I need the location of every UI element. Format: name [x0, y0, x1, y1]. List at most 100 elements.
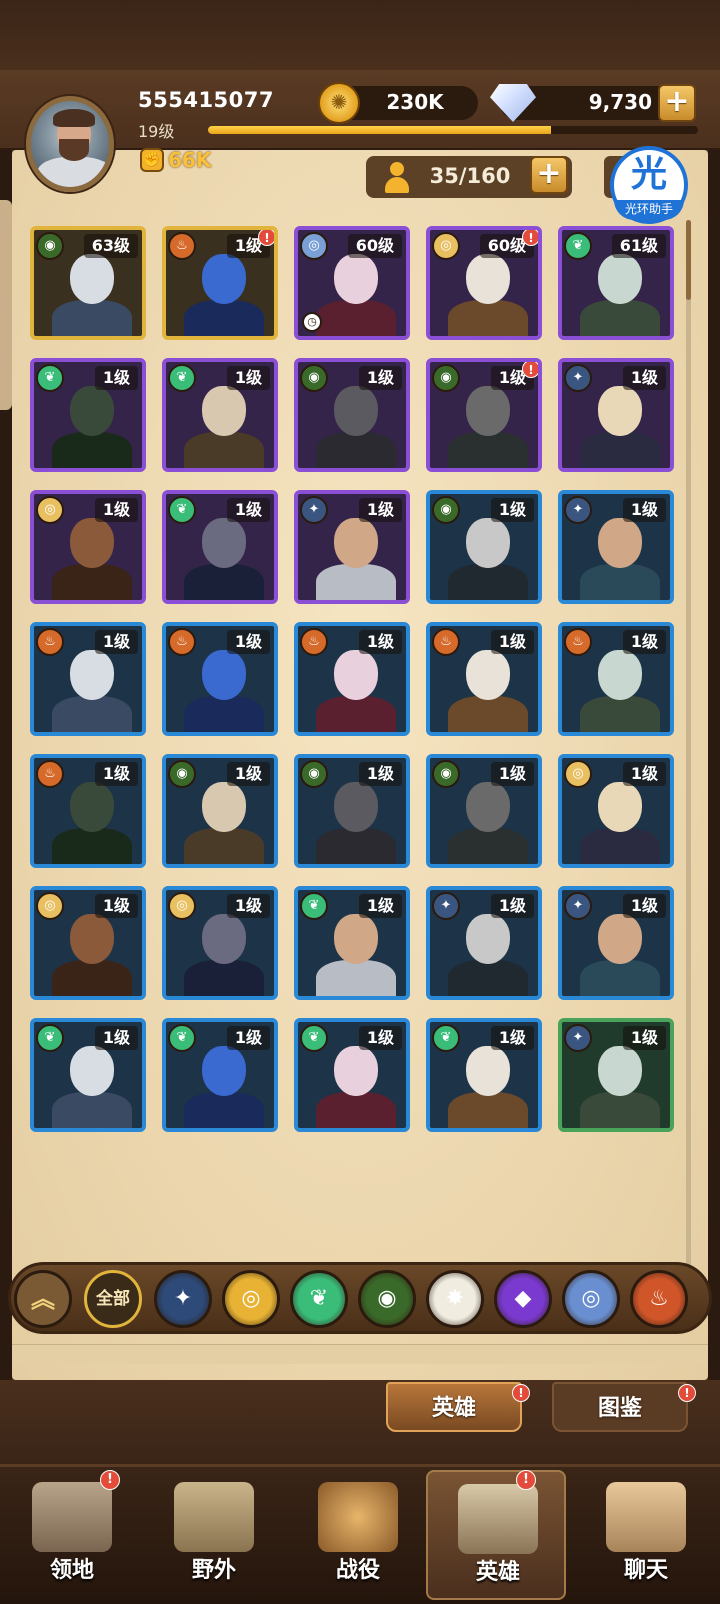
xp-bar [208, 126, 698, 134]
nav-campaign[interactable]: 战役 [288, 1470, 428, 1600]
wilder-faction-icon: ❦ [564, 232, 592, 260]
hero-card[interactable]: ❦ 61级 [558, 226, 674, 340]
hero-card[interactable]: ◉ 1级 [426, 490, 542, 604]
wilder-faction-icon: ❦ [300, 1024, 328, 1052]
hero-card[interactable]: ❦ 1级 [30, 358, 146, 472]
graveborn-filter[interactable]: ◉ [358, 1270, 416, 1328]
hero-card[interactable]: ❦ 1级 [30, 1018, 146, 1132]
wilder-faction-icon: ❦ [168, 1024, 196, 1052]
mauler-faction-icon: ♨ [36, 760, 64, 788]
hero-card[interactable]: ◎ 1级 [558, 754, 674, 868]
hero-card[interactable]: ♨ 1级! [162, 226, 278, 340]
dimensional-filter[interactable]: ◎ [562, 1270, 620, 1328]
hero-level: 1级 [94, 630, 138, 654]
hero-level: 1级 [490, 630, 534, 654]
hero-card[interactable]: ◎ 60级! [426, 226, 542, 340]
hero-card[interactable]: ❦ 1级 [162, 490, 278, 604]
nav-chat[interactable]: 聊天 [576, 1470, 716, 1600]
hero-card[interactable]: ◎ 1级 [30, 490, 146, 604]
scrollbar-thumb[interactable] [686, 220, 691, 300]
graveborn-faction-icon: ◉ [300, 760, 328, 788]
tab-codex[interactable]: 图鉴 [552, 1382, 688, 1432]
hero-level: 1级 [622, 630, 666, 654]
celestial-lb-faction-icon: ✦ [564, 892, 592, 920]
expand-roster-button[interactable]: + [530, 156, 568, 194]
helper-logo-icon: 光 [630, 154, 667, 195]
nav-heroes[interactable]: 英雄 [426, 1470, 566, 1600]
hero-card[interactable]: ♨ 1级 [30, 754, 146, 868]
helper-floating-button[interactable]: 光 光环助手 [610, 146, 688, 224]
hero-card[interactable]: ◉ 1级 [294, 754, 410, 868]
hero-card[interactable]: ♨ 1级 [294, 622, 410, 736]
hero-card[interactable]: ✦ 1级 [558, 1018, 674, 1132]
hero-level: 1级 [94, 894, 138, 918]
nav-heroes-alert-badge: ! [516, 1470, 536, 1490]
hero-card[interactable]: ♨ 1级 [162, 622, 278, 736]
hero-card[interactable]: ✦ 1级 [426, 886, 542, 1000]
tab-heroes[interactable]: 英雄 [386, 1382, 522, 1432]
mauler-filter[interactable]: ◎ [222, 1270, 280, 1328]
hero-card[interactable]: ♨ 1级 [426, 622, 542, 736]
hero-card[interactable]: ♨ 1级 [558, 622, 674, 736]
hero-level: 1级 [226, 1026, 270, 1050]
combat-power-value: 66K [168, 148, 212, 172]
graveborn-faction-icon: ◉ [432, 364, 460, 392]
nav-wild[interactable]: 野外 [144, 1470, 284, 1600]
hero-level: 1级 [358, 498, 402, 522]
hero-card[interactable]: ◎ 60级 ◷ [294, 226, 410, 340]
celestial-filter[interactable]: ✸ [426, 1270, 484, 1328]
nav-territory[interactable]: 领地 [2, 1470, 142, 1600]
buy-diamonds-button[interactable]: + [658, 84, 696, 122]
hero-level: 1级 [490, 1026, 534, 1050]
hero-card[interactable]: ❦ 1级 [294, 886, 410, 1000]
castle-icon [32, 1482, 112, 1552]
map-scroll-icon [174, 1482, 254, 1552]
avatar-hair [53, 109, 95, 127]
hero-list-scrollbar[interactable] [686, 220, 691, 1270]
sword-emblem-icon [318, 1482, 398, 1552]
hero-level: 1级 [226, 894, 270, 918]
hero-level: 1级 [490, 762, 534, 786]
celestial-lb-faction-icon: ✦ [432, 892, 460, 920]
combat-power: ✊ 66K [140, 148, 211, 172]
lightbearer-faction-icon: ◎ [168, 892, 196, 920]
hero-card[interactable]: ✦ 1级 [558, 358, 674, 472]
avatar-armor [37, 157, 109, 187]
wilder-filter[interactable]: ❦ [290, 1270, 348, 1328]
helmet-sword-icon [458, 1484, 538, 1554]
player-avatar[interactable] [26, 96, 114, 192]
dimensional-faction-icon: ◎ [300, 232, 328, 260]
hero-card[interactable]: ❦ 1级 [162, 1018, 278, 1132]
lightbearer-faction-icon: ◎ [36, 496, 64, 524]
hero-level: 1级 [358, 630, 402, 654]
hero-card[interactable]: ❦ 1级 [162, 358, 278, 472]
hero-card[interactable]: ◉ 1级! [426, 358, 542, 472]
left-side-tab[interactable] [0, 200, 12, 410]
hero-level: 1级 [622, 762, 666, 786]
graveborn-faction-icon: ◉ [36, 232, 64, 260]
hero-card[interactable]: ✦ 1级 [294, 490, 410, 604]
hero-alert-badge: ! [258, 230, 274, 246]
collapse-filter[interactable]: ︽ [14, 1270, 72, 1328]
hero-card[interactable]: ✦ 1级 [558, 490, 674, 604]
hero-level: 1级 [226, 498, 270, 522]
mauler2-filter[interactable]: ♨ [630, 1270, 688, 1328]
hero-level: 1级 [226, 366, 270, 390]
wilder-faction-icon: ❦ [168, 496, 196, 524]
roster-count: 35/160 [429, 164, 511, 188]
hero-card[interactable]: ◉ 1级 [294, 358, 410, 472]
hypogean-filter[interactable]: ◆ [494, 1270, 552, 1328]
hero-card[interactable]: ◉ 1级 [162, 754, 278, 868]
gold-value: 230K [386, 90, 444, 114]
hero-card[interactable]: ◎ 1级 [162, 886, 278, 1000]
lightbearer-faction-icon: ◎ [564, 760, 592, 788]
hero-card[interactable]: ❦ 1级 [294, 1018, 410, 1132]
all-filter[interactable]: 全部 [84, 1270, 142, 1328]
hero-card[interactable]: ✦ 1级 [558, 886, 674, 1000]
hero-card[interactable]: ◉ 63级 [30, 226, 146, 340]
lightbearer-filter[interactable]: ✦ [154, 1270, 212, 1328]
hero-card[interactable]: ◉ 1级 [426, 754, 542, 868]
hero-card[interactable]: ❦ 1级 [426, 1018, 542, 1132]
hero-card[interactable]: ◎ 1级 [30, 886, 146, 1000]
hero-card[interactable]: ♨ 1级 [30, 622, 146, 736]
